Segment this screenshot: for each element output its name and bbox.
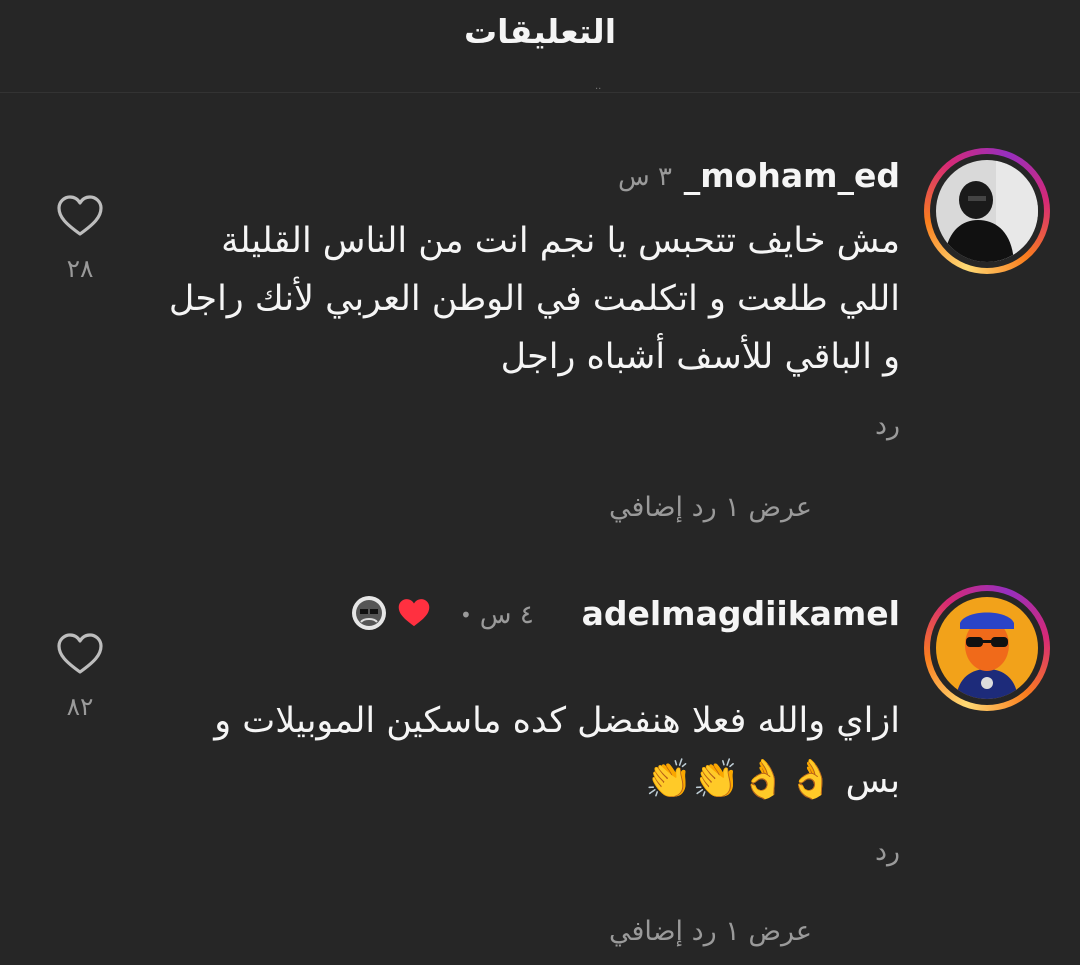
comment-emojis: 👌👌👏👏 xyxy=(645,757,835,801)
comment-text: ازاي والله فعلا هنفضل كده ماسكين الموبيل… xyxy=(160,692,900,810)
comment-time: ٣ س xyxy=(618,162,672,192)
header: التعليقات ·· xyxy=(0,0,1080,95)
comment-username[interactable]: adelmagdiikamel xyxy=(582,594,900,633)
view-replies-button[interactable]: عرض ١ رد إضافي xyxy=(609,916,812,947)
creator-avatar-icon xyxy=(350,594,388,636)
comment-text: مش خايف تتحبس يا نجم انت من الناس القليل… xyxy=(168,221,900,377)
page-title: التعليقات xyxy=(463,12,617,51)
avatar[interactable] xyxy=(924,148,1050,274)
scroll-indicator: ·· xyxy=(595,84,602,95)
like-button[interactable]: ٨٢ xyxy=(54,632,106,721)
comment-username[interactable]: _moham_ed xyxy=(684,156,900,195)
profile-photo-icon xyxy=(936,160,1038,262)
heart-icon xyxy=(57,195,103,236)
comment-time: ٤ س xyxy=(479,600,534,630)
cartoon-avatar-icon xyxy=(936,597,1038,699)
liked-by-creator-heart-icon xyxy=(396,597,432,633)
heart-icon xyxy=(57,633,103,674)
avatar[interactable] xyxy=(924,585,1050,711)
reply-button[interactable]: رد xyxy=(875,410,900,441)
dot-separator: • xyxy=(460,603,472,627)
view-replies-button[interactable]: عرض ١ رد إضافي xyxy=(609,492,812,523)
comment-meta: • ٤ س xyxy=(350,594,534,636)
like-button[interactable]: ٢٨ xyxy=(54,194,106,283)
like-count: ٢٨ xyxy=(66,254,94,283)
reply-button[interactable]: رد xyxy=(875,836,900,867)
like-count: ٨٢ xyxy=(66,692,94,721)
comments-screen: التعليقات ·· _moham_ed ٣ س مش خايف تتحبس… xyxy=(0,0,1080,965)
